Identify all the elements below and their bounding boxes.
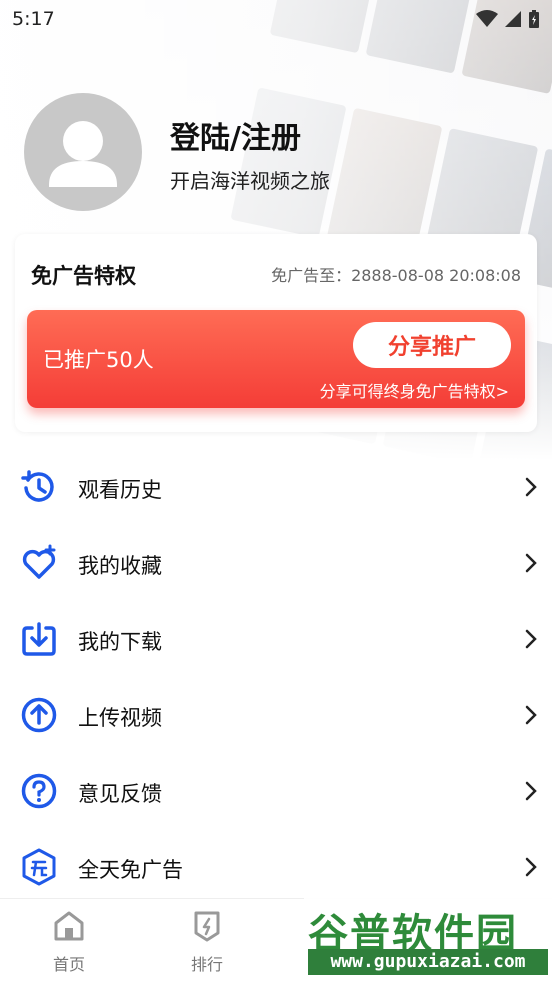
share-benefit-link[interactable]: 分享可得终身免广告特权> [320, 378, 509, 402]
question-icon [21, 773, 57, 809]
promoted-count: 已推广50人 [43, 348, 154, 372]
tab-home[interactable]: 首页 [29, 909, 109, 979]
ad-free-card: 免广告特权 免广告至：2888-08-08 20:08:08 已推广50人 分享… [15, 234, 537, 432]
download-icon [22, 622, 56, 656]
wifi-icon [476, 10, 498, 27]
ad-free-title: 免广告特权 [31, 264, 136, 288]
menu-label-ad-free: 全天免广告 [78, 858, 183, 882]
menu-label-feedback: 意见反馈 [78, 782, 162, 806]
chevron-right-icon [525, 553, 537, 573]
user-placeholder-icon [49, 121, 117, 187]
login-register-link[interactable]: 登陆/注册 [170, 113, 301, 157]
chevron-right-icon [525, 705, 537, 725]
battery-icon [529, 10, 539, 28]
chevron-right-icon [525, 781, 537, 801]
chevron-right-icon [525, 629, 537, 649]
menu-item-downloads[interactable]: 我的下载 [0, 602, 552, 678]
menu-item-history[interactable]: 观看历史 [0, 450, 552, 526]
avatar[interactable] [24, 93, 142, 211]
menu-item-upload[interactable]: 上传视频 [0, 678, 552, 754]
chevron-right-icon [525, 857, 537, 877]
heart-plus-icon [22, 544, 56, 579]
site-watermark: 谷普软件园 www.gupuxiazai.com [304, 895, 552, 981]
menu-item-feedback[interactable]: 意见反馈 [0, 754, 552, 830]
menu-label-favorites: 我的收藏 [78, 554, 162, 578]
ad-free-icon [22, 848, 56, 886]
menu-label-upload: 上传视频 [78, 706, 162, 730]
chevron-right-icon [525, 477, 537, 497]
menu-label-history: 观看历史 [78, 478, 162, 502]
home-icon [54, 911, 84, 941]
menu-label-downloads: 我的下载 [78, 630, 162, 654]
upload-icon [21, 697, 57, 733]
tab-ranking[interactable]: 排行 [167, 909, 247, 979]
status-bar: 5:17 [0, 0, 552, 40]
status-time: 5:17 [12, 8, 55, 30]
ad-free-expire: 免广告至：2888-08-08 20:08:08 [271, 266, 521, 285]
share-promote-button[interactable]: 分享推广 [353, 322, 511, 368]
promo-banner: 已推广50人 分享推广 分享可得终身免广告特权> [27, 310, 525, 408]
watermark-url: www.gupuxiazai.com [308, 949, 548, 975]
tab-ranking-label: 排行 [190, 955, 223, 974]
menu-item-favorites[interactable]: 我的收藏 [0, 526, 552, 602]
profile-subtitle: 开启海洋视频之旅 [170, 169, 330, 193]
tab-home-label: 首页 [52, 955, 85, 974]
signal-icon [505, 11, 521, 27]
history-icon [21, 470, 54, 502]
ranking-icon [194, 911, 220, 942]
